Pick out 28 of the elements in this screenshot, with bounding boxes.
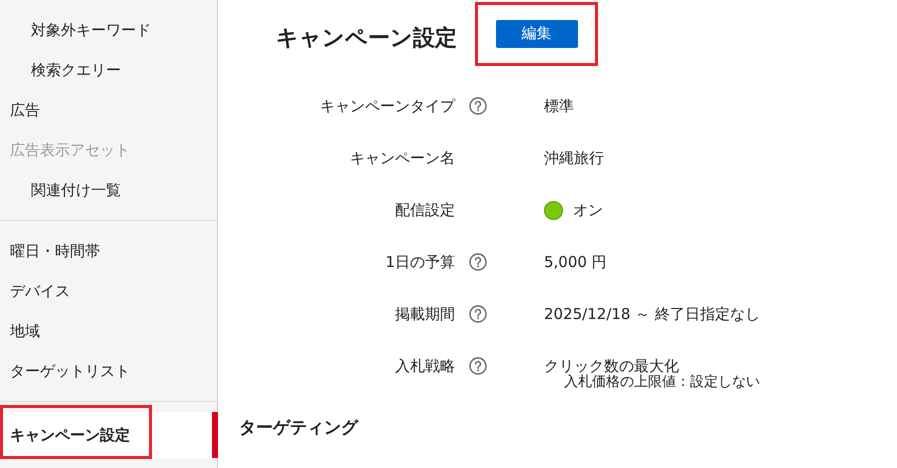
sidebar-item[interactable]: 検索クエリー: [0, 50, 217, 90]
page-title: キャンペーン設定: [276, 24, 457, 52]
edit-button[interactable]: 編集: [496, 20, 578, 48]
field-label: 1日の予算: [384, 252, 455, 273]
section-title: ターゲティング: [239, 417, 360, 439]
sidebar-item[interactable]: 広告: [0, 90, 217, 130]
sidebar-item[interactable]: 曜日・時間帯: [0, 231, 217, 271]
field-label: 掲載期間: [394, 304, 455, 325]
field-value: 標準: [544, 96, 574, 116]
help-icon[interactable]: [469, 97, 487, 115]
field-value: クリック数の最大化: [544, 356, 679, 374]
field-label: 配信設定: [394, 200, 455, 221]
field-note: 入札価格の上限値：設定しない: [564, 373, 760, 391]
field-label: 入札戦略: [394, 356, 455, 377]
sidebar-item[interactable]: 対象外キーワード: [0, 10, 217, 50]
help-icon[interactable]: [469, 305, 487, 323]
help-icon[interactable]: [469, 357, 487, 375]
field-value: 沖縄旅行: [544, 148, 604, 168]
sidebar-item[interactable]: キャンペーン設定: [0, 412, 217, 458]
sidebar-item[interactable]: 地域: [0, 311, 217, 351]
sidebar-item[interactable]: デバイス: [0, 271, 217, 311]
field-value: 2025/12/18 ～ 終了日指定なし: [544, 304, 760, 324]
field-label: キャンペーンタイプ: [319, 96, 455, 117]
field-label: キャンペーン名: [349, 148, 455, 169]
sidebar-item[interactable]: ターゲットリスト: [0, 351, 217, 391]
help-icon[interactable]: [469, 253, 487, 271]
field-value: オン: [573, 200, 603, 220]
field-value: 5,000 円: [544, 252, 607, 272]
